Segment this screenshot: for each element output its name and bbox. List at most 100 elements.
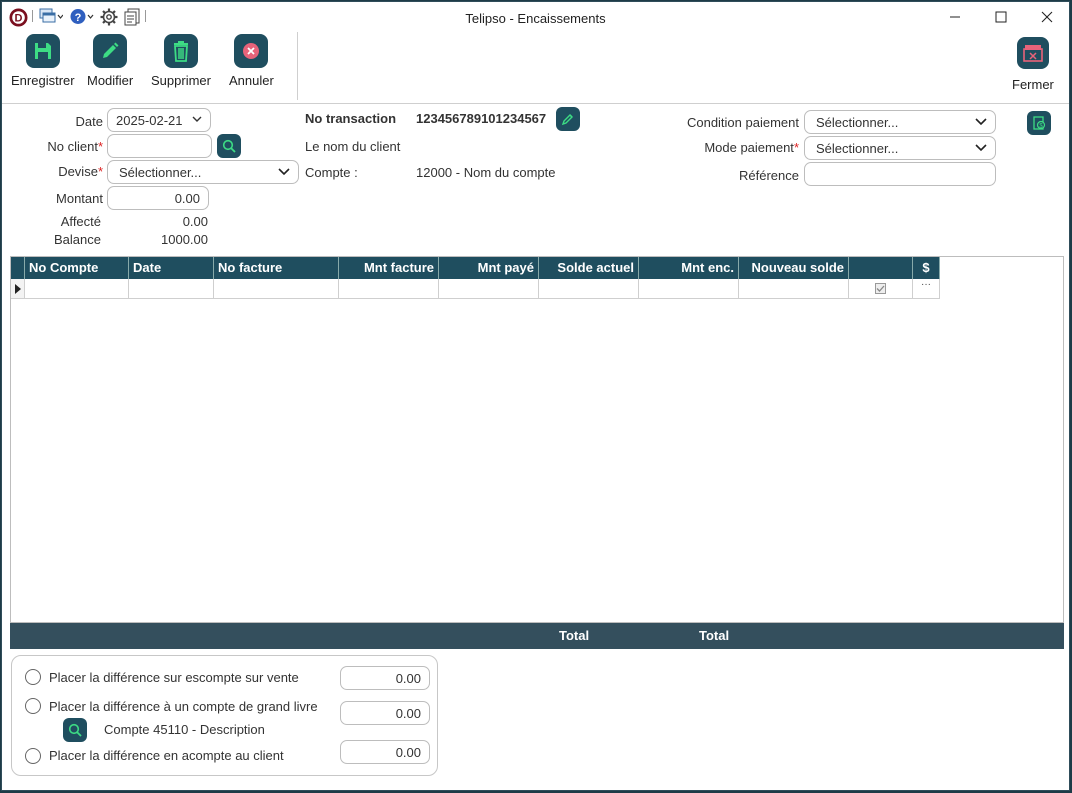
amount-label: Montant bbox=[56, 191, 103, 206]
maximize-button[interactable] bbox=[978, 2, 1024, 32]
edit-transaction-button[interactable] bbox=[556, 107, 580, 131]
search-icon bbox=[68, 723, 82, 737]
edit-label: Modifier bbox=[87, 73, 134, 88]
chevron-down-icon bbox=[278, 168, 290, 176]
row-checkbox[interactable] bbox=[849, 279, 913, 299]
grid-cell[interactable] bbox=[25, 279, 129, 299]
payment-mode-placeholder: Sélectionner... bbox=[816, 141, 899, 156]
reference-input[interactable] bbox=[804, 162, 996, 186]
edit-button[interactable]: Modifier bbox=[87, 34, 133, 88]
minimize-icon bbox=[950, 16, 960, 18]
date-value: 2025-02-21 bbox=[116, 113, 183, 128]
account-value: 12000 - Nom du compte bbox=[416, 165, 556, 180]
checkbox-checked-icon bbox=[875, 283, 886, 294]
date-picker[interactable]: 2025-02-21 bbox=[107, 108, 211, 132]
grid-cell[interactable] bbox=[539, 279, 639, 299]
option-discount-label: Placer la différence sur escompte sur ve… bbox=[49, 670, 299, 685]
toolbar-separator bbox=[297, 32, 298, 100]
column-header[interactable]: No facture bbox=[214, 257, 339, 279]
payment-mode-select[interactable]: Sélectionner... bbox=[804, 136, 996, 160]
client-label-text: No client bbox=[47, 139, 98, 154]
trash-icon bbox=[163, 34, 198, 68]
ledger-amount-input[interactable]: 0.00 bbox=[340, 701, 430, 725]
transaction-number: 123456789101234567 bbox=[416, 111, 547, 126]
client-number-input[interactable] bbox=[107, 134, 212, 158]
close-form-icon bbox=[1016, 37, 1049, 69]
currency-select[interactable]: Sélectionner... bbox=[107, 160, 299, 184]
minimize-button[interactable] bbox=[932, 2, 978, 32]
total-label: Total bbox=[559, 628, 590, 643]
balance-value: 1000.00 bbox=[161, 232, 208, 247]
date-label: Date bbox=[75, 114, 103, 129]
window-title: Telipso - Encaissements bbox=[465, 11, 606, 26]
column-header[interactable]: No Compte bbox=[25, 257, 129, 279]
currency-label: Devise* bbox=[22, 164, 103, 179]
invoice-grid[interactable]: No Compte Date No facture Mnt facture Mn… bbox=[10, 256, 1064, 623]
payment-document-button[interactable]: $ bbox=[1027, 111, 1051, 135]
payment-mode-label-text: Mode paiement bbox=[704, 140, 794, 155]
column-header[interactable]: Mnt payé bbox=[439, 257, 539, 279]
grid-cell[interactable] bbox=[439, 279, 539, 299]
column-header[interactable]: Nouveau solde bbox=[739, 257, 849, 279]
column-header[interactable]: Date bbox=[129, 257, 214, 279]
column-header[interactable]: Mnt facture bbox=[339, 257, 439, 279]
option-ledger-label: Placer la différence à un compte de gran… bbox=[49, 699, 318, 714]
save-icon bbox=[25, 34, 60, 68]
deposit-amount-input[interactable]: 0.00 bbox=[340, 740, 430, 764]
row-ellipsis-button[interactable]: ··· bbox=[913, 279, 940, 299]
cancel-label: Annuler bbox=[229, 73, 274, 88]
amount-input[interactable]: 0.00 bbox=[107, 186, 209, 210]
column-header[interactable]: $ bbox=[913, 257, 940, 279]
grid-cell[interactable] bbox=[214, 279, 339, 299]
pencil-icon bbox=[561, 114, 573, 126]
currency-placeholder: Sélectionner... bbox=[119, 165, 202, 180]
difference-options-panel: Placer la différence sur escompte sur ve… bbox=[11, 655, 438, 776]
radio-discount[interactable] bbox=[25, 669, 41, 685]
row-selector-header bbox=[11, 257, 25, 279]
client-search-button[interactable] bbox=[217, 134, 241, 158]
grid-cell[interactable] bbox=[129, 279, 214, 299]
cancel-icon bbox=[234, 34, 269, 68]
transaction-label: No transaction bbox=[305, 111, 397, 126]
payment-condition-placeholder: Sélectionner... bbox=[816, 115, 899, 130]
amount-value: 0.00 bbox=[174, 191, 200, 206]
cancel-button[interactable]: Annuler bbox=[229, 34, 274, 88]
required-mark: * bbox=[793, 140, 799, 155]
required-mark: * bbox=[97, 164, 103, 179]
title-bar: D ? Telipso - Encaissements bbox=[2, 2, 1069, 32]
assigned-label: Affecté bbox=[60, 214, 101, 229]
maximize-icon bbox=[995, 11, 1007, 23]
money-document-icon: $ bbox=[1033, 116, 1046, 130]
pencil-icon bbox=[93, 34, 128, 68]
save-button[interactable]: Enregistrer bbox=[11, 34, 75, 88]
balance-label: Balance bbox=[54, 232, 101, 247]
close-button[interactable]: Fermer bbox=[1012, 37, 1054, 92]
total-label: Total bbox=[699, 628, 730, 643]
radio-ledger[interactable] bbox=[25, 698, 41, 714]
ledger-account-search-button[interactable] bbox=[63, 718, 87, 742]
close-window-button[interactable] bbox=[1024, 2, 1069, 32]
save-label: Enregistrer bbox=[11, 73, 75, 88]
assigned-value: 0.00 bbox=[182, 214, 208, 229]
ledger-amount-value: 0.00 bbox=[395, 706, 421, 721]
grid-cell[interactable] bbox=[339, 279, 439, 299]
grid-cell[interactable] bbox=[639, 279, 739, 299]
app-window: D ? Telipso - Encaissements Enregistrer … bbox=[1, 1, 1070, 791]
column-header[interactable]: Mnt enc. bbox=[639, 257, 739, 279]
close-icon bbox=[1041, 11, 1053, 23]
table-row[interactable]: ··· bbox=[11, 279, 940, 299]
grid-footer: Total Total bbox=[10, 623, 1064, 649]
delete-button[interactable]: Supprimer bbox=[151, 34, 211, 88]
discount-amount-input[interactable]: 0.00 bbox=[340, 666, 430, 690]
required-mark: * bbox=[97, 139, 103, 154]
payment-condition-select[interactable]: Sélectionner... bbox=[804, 110, 996, 134]
radio-client-deposit[interactable] bbox=[25, 748, 41, 764]
close-label: Fermer bbox=[1012, 77, 1054, 92]
currency-label-text: Devise bbox=[58, 164, 98, 179]
grid-cell[interactable] bbox=[739, 279, 849, 299]
column-header[interactable] bbox=[849, 257, 913, 279]
column-header[interactable]: Solde actuel bbox=[539, 257, 639, 279]
chevron-down-icon bbox=[192, 116, 202, 122]
client-name: Le nom du client bbox=[305, 139, 401, 154]
delete-label: Supprimer bbox=[151, 73, 211, 88]
